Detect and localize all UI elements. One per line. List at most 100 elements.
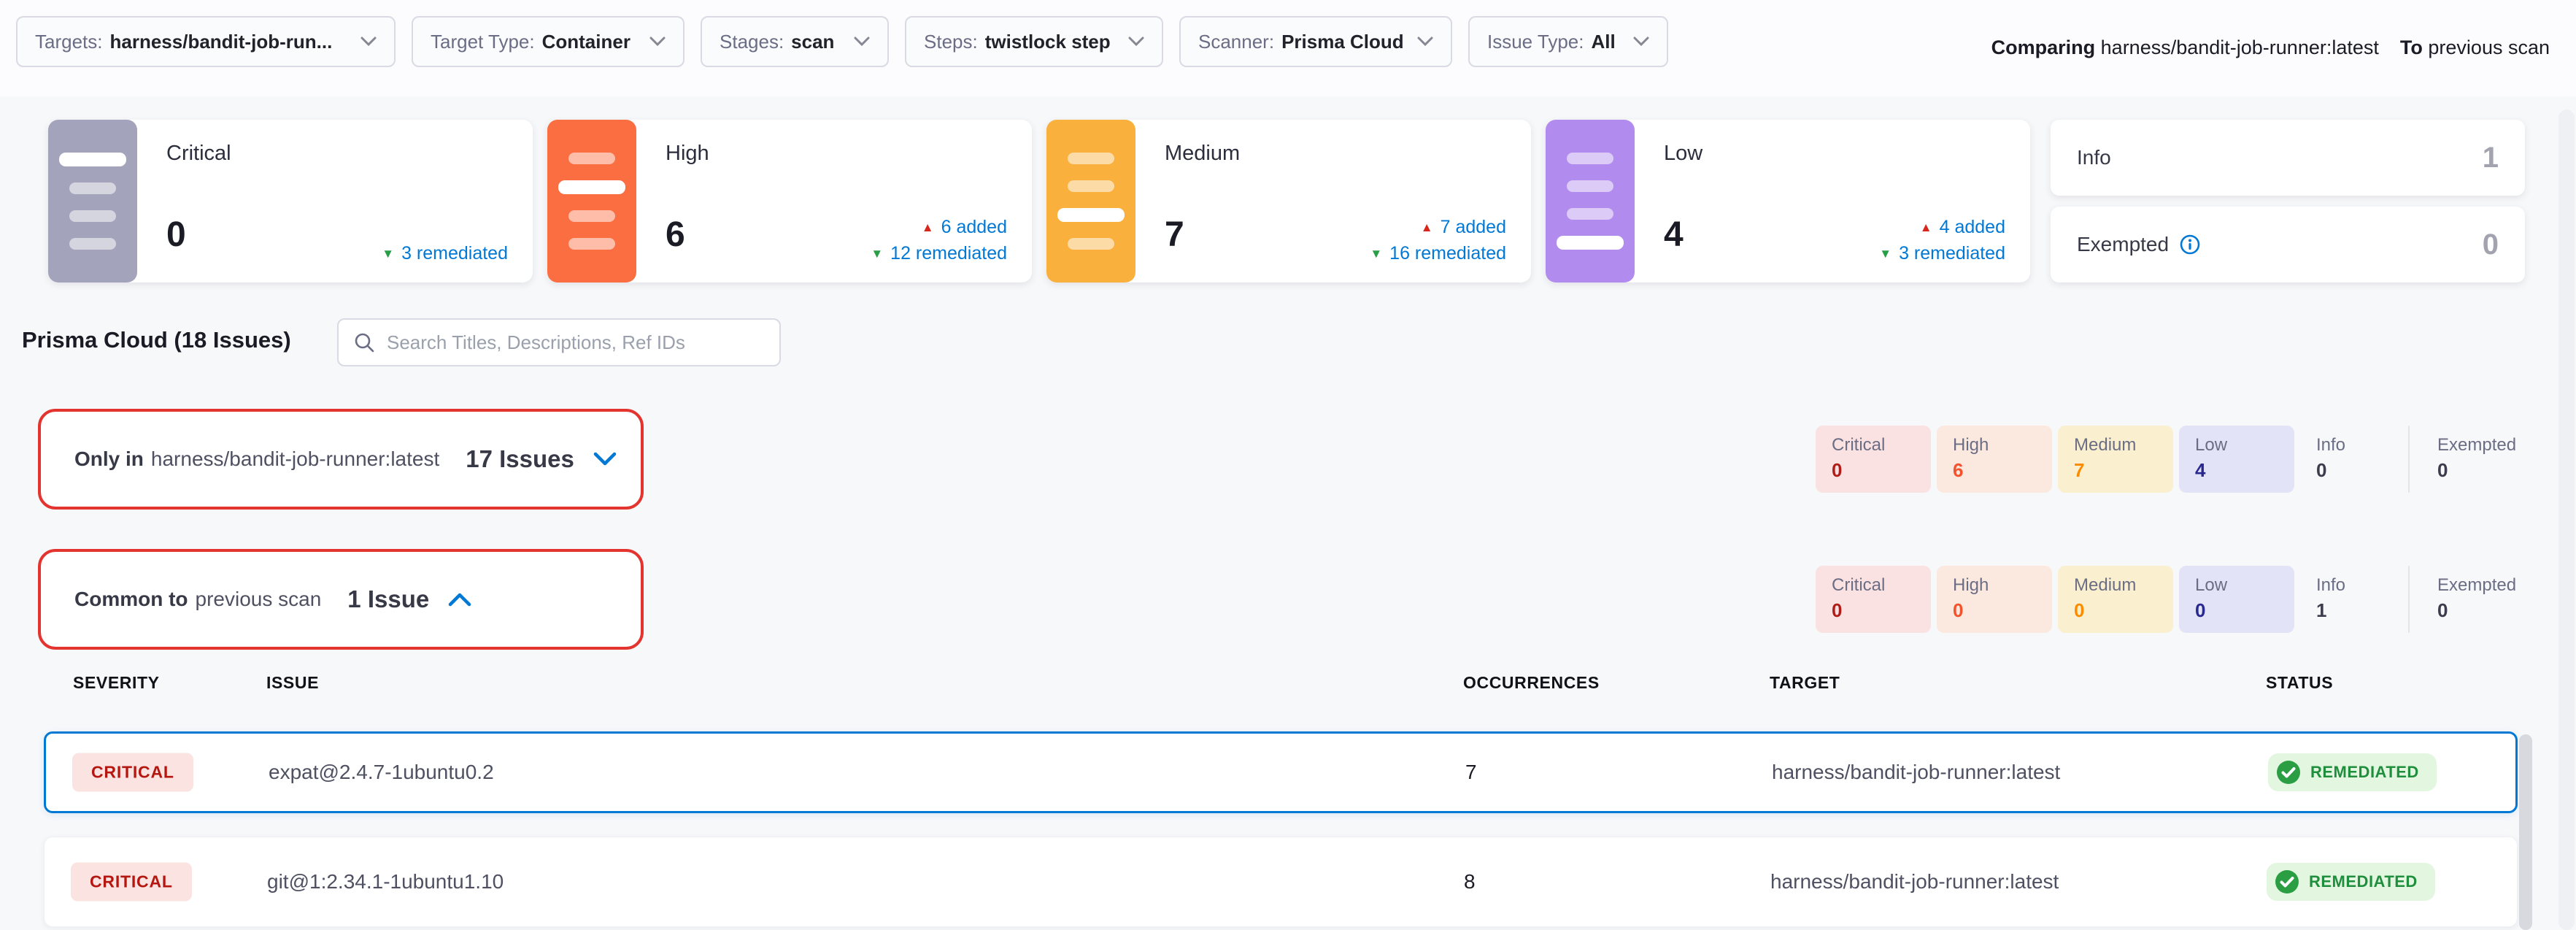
target-type-dropdown[interactable]: Target Type: Container: [412, 16, 685, 67]
chevron-down-icon: [1417, 36, 1433, 47]
filter-bar: Targets: harness/bandit-job-run... Targe…: [16, 16, 1668, 67]
medium-chip: Medium 7: [2058, 426, 2173, 493]
issue-type-dropdown-value: All: [1592, 31, 1616, 53]
target-name: harness/bandit-job-runner:latest: [1770, 870, 2059, 894]
severity-badge: CRITICAL: [71, 863, 192, 902]
exempted-card: Exempted 0: [2051, 207, 2525, 283]
issue-type-dropdown[interactable]: Issue Type: All: [1468, 16, 1668, 67]
scanner-dropdown-label: Scanner:: [1198, 31, 1274, 53]
severity-cards: Critical 0 ▼ 3 remediated High 6 ▲ 6 add…: [48, 120, 2030, 283]
critical-chip: Critical 0: [1816, 426, 1931, 493]
medium-chip: Medium 0: [2058, 566, 2173, 633]
only-in-group-header[interactable]: Only in harness/bandit-job-runner:latest…: [38, 409, 644, 510]
column-header-target: TARGET: [1770, 673, 1840, 693]
stages-dropdown-label: Stages:: [720, 31, 784, 53]
chevron-down-icon: [649, 36, 666, 47]
page-title: Prisma Cloud (18 Issues): [22, 327, 291, 353]
critical-card-label: Critical: [166, 142, 508, 166]
high-card-label: High: [666, 142, 1007, 166]
chevron-down-icon: [1633, 36, 1649, 47]
column-header-issue: ISSUE: [266, 673, 319, 693]
only-in-prefix: Only in: [74, 447, 144, 471]
comparing-prefix: Comparing: [1991, 36, 2096, 58]
triangle-up-icon: ▲: [1421, 221, 1433, 234]
critical-card-count: 0: [166, 215, 186, 255]
chevron-up-icon[interactable]: [448, 592, 471, 607]
status-badge: REMEDIATED: [2267, 863, 2435, 901]
issue-name: git@1:2.34.1-1ubuntu1.10: [267, 870, 504, 894]
high-severity-icon: [547, 120, 636, 283]
medium-card-count: 7: [1165, 215, 1184, 255]
high-chip: High 6: [1937, 426, 2052, 493]
common-to-group-header[interactable]: Common to previous scan 1 Issue: [38, 549, 644, 650]
occurrences-count: 7: [1465, 761, 1477, 784]
high-chip: High 0: [1937, 566, 2052, 633]
scanner-dropdown[interactable]: Scanner: Prisma Cloud: [1179, 16, 1452, 67]
severity-badge: CRITICAL: [72, 753, 193, 792]
info-card: Info 1: [2051, 120, 2525, 196]
exempted-card-count: 0: [2483, 228, 2499, 261]
chevron-down-icon: [360, 36, 377, 47]
low-card-label: Low: [1664, 142, 2005, 166]
comparing-target: harness/bandit-job-runner:latest: [2101, 36, 2379, 58]
table-row[interactable]: CRITICAL git@1:2.34.1-1ubuntu1.10 8 harn…: [44, 837, 2518, 927]
targets-dropdown[interactable]: Targets: harness/bandit-job-run...: [16, 16, 396, 67]
table-row[interactable]: CRITICAL expat@2.4.7-1ubuntu0.2 7 harnes…: [44, 731, 2518, 813]
info-card-count: 1: [2483, 142, 2499, 174]
targets-dropdown-label: Targets:: [35, 31, 103, 53]
medium-severity-icon: [1046, 120, 1135, 283]
high-added-link[interactable]: ▲ 6 added: [871, 214, 1007, 240]
medium-card-label: Medium: [1165, 142, 1506, 166]
steps-dropdown[interactable]: Steps: twistlock step: [905, 16, 1163, 67]
search-input[interactable]: [385, 331, 765, 355]
medium-card: Medium 7 ▲ 7 added ▼ 16 remediated: [1046, 120, 1531, 283]
table-scrollbar-thumb[interactable]: [2519, 734, 2532, 930]
low-remediated-link[interactable]: ▼ 3 remediated: [1879, 240, 2005, 266]
stages-dropdown[interactable]: Stages: scan: [701, 16, 889, 67]
high-card: High 6 ▲ 6 added ▼ 12 remediated: [547, 120, 1032, 283]
high-remediated-link[interactable]: ▼ 12 remediated: [871, 240, 1007, 266]
steps-dropdown-value: twistlock step: [985, 31, 1111, 53]
common-to-severity-chips: Critical 0 High 0 Medium 0 Low 0 Info 1 …: [1816, 566, 2545, 633]
occurrences-count: 8: [1464, 870, 1476, 894]
triangle-down-icon: ▼: [1370, 247, 1382, 260]
info-card-label: Info: [2077, 146, 2111, 169]
critical-remediated-link[interactable]: ▼ 3 remediated: [382, 240, 508, 266]
chevron-down-icon: [1128, 36, 1144, 47]
issue-name: expat@2.4.7-1ubuntu0.2: [269, 761, 494, 784]
medium-added-link[interactable]: ▲ 7 added: [1370, 214, 1506, 240]
comparison-summary: Comparing harness/bandit-job-runner:late…: [1991, 36, 2550, 59]
critical-severity-icon: [48, 120, 137, 283]
critical-card: Critical 0 ▼ 3 remediated: [48, 120, 533, 283]
exempted-chip: Exempted 0: [2421, 426, 2545, 493]
target-type-dropdown-label: Target Type:: [431, 31, 535, 53]
issue-type-dropdown-label: Issue Type:: [1487, 31, 1584, 53]
low-chip: Low 0: [2179, 566, 2294, 633]
info-circle-icon[interactable]: [2179, 234, 2201, 255]
triangle-down-icon: ▼: [871, 247, 883, 260]
only-in-issue-count: 17 Issues: [466, 445, 574, 473]
common-to-target-name: previous scan: [196, 588, 322, 611]
divider: [2408, 566, 2410, 633]
status-badge: REMEDIATED: [2268, 753, 2437, 791]
page-scrollbar-track[interactable]: [2558, 109, 2575, 930]
low-chip: Low 4: [2179, 426, 2294, 493]
comparing-connector: To: [2400, 36, 2423, 58]
info-chip: Info 0: [2300, 426, 2402, 493]
medium-remediated-link[interactable]: ▼ 16 remediated: [1370, 240, 1506, 266]
divider: [2408, 426, 2410, 493]
stages-dropdown-value: scan: [791, 31, 834, 53]
common-to-issue-count: 1 Issue: [347, 585, 429, 613]
chevron-down-icon[interactable]: [593, 452, 617, 466]
info-chip: Info 1: [2300, 566, 2402, 633]
chevron-down-icon: [854, 36, 870, 47]
column-header-status: STATUS: [2266, 673, 2333, 693]
column-header-occurrences: OCCURRENCES: [1463, 673, 1600, 693]
target-type-dropdown-value: Container: [542, 31, 630, 53]
exempted-chip: Exempted 0: [2421, 566, 2545, 633]
common-to-prefix: Common to: [74, 588, 188, 611]
critical-chip: Critical 0: [1816, 566, 1931, 633]
comparing-scan: previous scan: [2428, 36, 2550, 58]
low-added-link[interactable]: ▲ 4 added: [1879, 214, 2005, 240]
target-name: harness/bandit-job-runner:latest: [1772, 761, 2060, 784]
